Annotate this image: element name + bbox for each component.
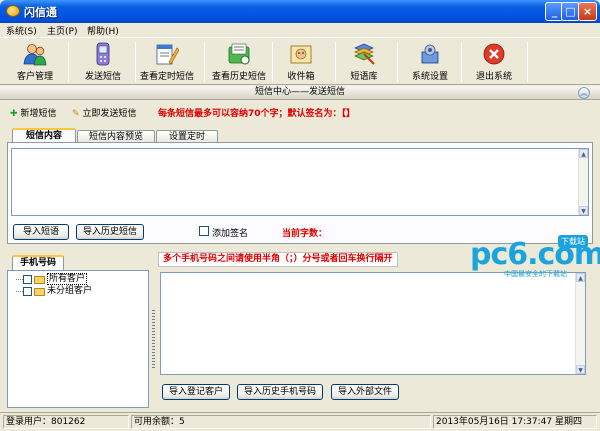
toolbar-label: 短语库: [350, 72, 378, 82]
toolbar-label: 收件箱: [287, 72, 315, 82]
action-bar: ✚ 新增短信 ✎ 立即发送短信 每条短信最多可以容纳70个字；默认签名为：【】: [0, 104, 600, 120]
mobile-phone-icon: [96, 42, 110, 66]
title-bar[interactable]: 闪信通 _ □ ×: [0, 0, 600, 23]
scheduled-sms-icon: [156, 44, 179, 65]
toolbar-send-sms[interactable]: 发送短信: [70, 38, 136, 85]
toolbar-exit[interactable]: 退出系统: [461, 38, 527, 85]
chevron-up-icon: ︽: [580, 89, 588, 97]
phrase-library-icon: [354, 43, 375, 65]
status-login-user: 登录用户：801262: [3, 415, 129, 429]
toolbar-customer-management[interactable]: 客户管理: [2, 38, 68, 85]
settings-icon: [421, 44, 439, 64]
phone-numbers-textarea[interactable]: ▲ ▼: [160, 272, 586, 375]
import-external-file-button[interactable]: 导入外部文件: [331, 384, 399, 400]
phone-scrollbar[interactable]: ▲ ▼: [575, 273, 585, 374]
toolbar-label: 系统设置: [411, 72, 448, 82]
tree-checkbox[interactable]: [23, 287, 32, 296]
history-sms-icon: [228, 43, 250, 65]
send-icon: ✎: [72, 109, 80, 119]
close-button[interactable]: ×: [578, 2, 597, 21]
tree-checkbox[interactable]: [23, 275, 32, 284]
tree-node-ungrouped[interactable]: 未分组客户: [16, 286, 92, 297]
folder-icon: [34, 287, 45, 296]
phone-separator-hint: 多个手机号码之间请使用半角（；）分号或者回车换行隔开: [158, 252, 398, 267]
toolbar-label: 查看历史短信: [211, 72, 266, 82]
sms-content-textarea[interactable]: ▲ ▼: [11, 148, 589, 216]
app-icon: [6, 5, 20, 17]
watermark-badge: 下载站: [558, 235, 588, 248]
toolbar-view-history[interactable]: 查看历史短信: [203, 38, 275, 85]
status-bar: 登录用户：801262 可用余额：5 2013年05月16日 17:37:47 …: [0, 412, 600, 431]
import-registered-customers-button[interactable]: 导入登记客户: [162, 384, 230, 400]
section-header: 短信中心——发送短信 ︽: [0, 86, 600, 100]
tree-line: [16, 291, 23, 292]
char-count-label: 当前字数：: [282, 229, 328, 239]
watermark: pc6.com 下载站 中国最安全的下载站: [470, 235, 600, 280]
import-history-phones-button[interactable]: 导入历史手机号码: [237, 384, 323, 400]
maximize-icon: □: [565, 5, 576, 18]
minimize-icon: _: [551, 5, 558, 18]
toolbar-label: 查看定时短信: [139, 72, 194, 82]
watermark-subtitle: 中国最安全的下载站: [504, 270, 567, 278]
status-balance: 可用余额：5: [131, 415, 431, 429]
close-icon: ×: [582, 5, 593, 18]
customer-group-tree: 所有客户 未分组客户: [7, 270, 149, 408]
tree-node-all-customers[interactable]: 所有客户: [16, 273, 88, 285]
toolbar-inbox[interactable]: 收件箱: [268, 38, 334, 85]
collapse-button[interactable]: ︽: [578, 87, 590, 99]
tab-phone-numbers[interactable]: 手机号码: [12, 255, 64, 270]
folder-icon: [34, 275, 45, 284]
toolbar-separator: [527, 42, 528, 82]
menu-home[interactable]: 主页(P): [47, 24, 77, 37]
tab-sms-content[interactable]: 短信内容: [12, 128, 76, 143]
tree-line: [16, 279, 23, 280]
sms-length-warning: 每条短信最多可以容纳70个字；默认签名为：【】: [158, 109, 356, 119]
users-icon: [23, 44, 47, 66]
toolbar-phrase-library[interactable]: 短语库: [331, 38, 397, 85]
menu-bar: 系统(S) 主页(P) 帮助(H): [0, 23, 600, 37]
import-phrase-button[interactable]: 导入短语: [13, 224, 69, 240]
toolbar-view-scheduled[interactable]: 查看定时短信: [131, 38, 203, 85]
scroll-up-icon[interactable]: ▲: [579, 149, 588, 158]
send-now-label: 立即发送短信: [82, 109, 137, 119]
toolbar: 客户管理 发送短信 查看定时短信 查看历史短信 收件箱 短语库 系统设置 退出系…: [0, 37, 600, 85]
section-title: 短信中心——发送短信: [254, 87, 345, 97]
toolbar-label: 客户管理: [16, 72, 53, 82]
toolbar-system-settings[interactable]: 系统设置: [397, 38, 463, 85]
exit-icon: [483, 43, 505, 65]
splitter-grip-icon: [152, 310, 155, 370]
panel-splitter[interactable]: [150, 270, 157, 408]
toolbar-label: 退出系统: [475, 72, 512, 82]
plus-icon: ✚: [10, 109, 18, 119]
menu-help[interactable]: 帮助(H): [87, 24, 119, 37]
menu-system[interactable]: 系统(S): [6, 24, 37, 37]
import-history-sms-button[interactable]: 导入历史短信: [76, 224, 144, 240]
scroll-down-icon[interactable]: ▼: [579, 206, 588, 215]
content-scrollbar[interactable]: ▲ ▼: [578, 149, 588, 215]
status-datetime: 2013年05月16日 17:37:47 星期四: [433, 415, 597, 429]
tree-node-label: 所有客户: [47, 273, 88, 285]
add-signature-label: 添加签名: [212, 229, 249, 239]
scroll-down-icon[interactable]: ▼: [576, 365, 585, 374]
toolbar-separator: [68, 42, 69, 82]
send-now-button[interactable]: ✎ 立即发送短信: [72, 106, 137, 119]
add-sms-button[interactable]: ✚ 新增短信: [10, 106, 57, 119]
inbox-icon: [290, 45, 312, 64]
add-sms-label: 新增短信: [20, 109, 57, 119]
window-title: 闪信通: [24, 6, 57, 19]
toolbar-label: 发送短信: [84, 72, 121, 82]
add-signature-checkbox[interactable]: [199, 226, 209, 236]
tree-node-label: 未分组客户: [47, 286, 93, 296]
